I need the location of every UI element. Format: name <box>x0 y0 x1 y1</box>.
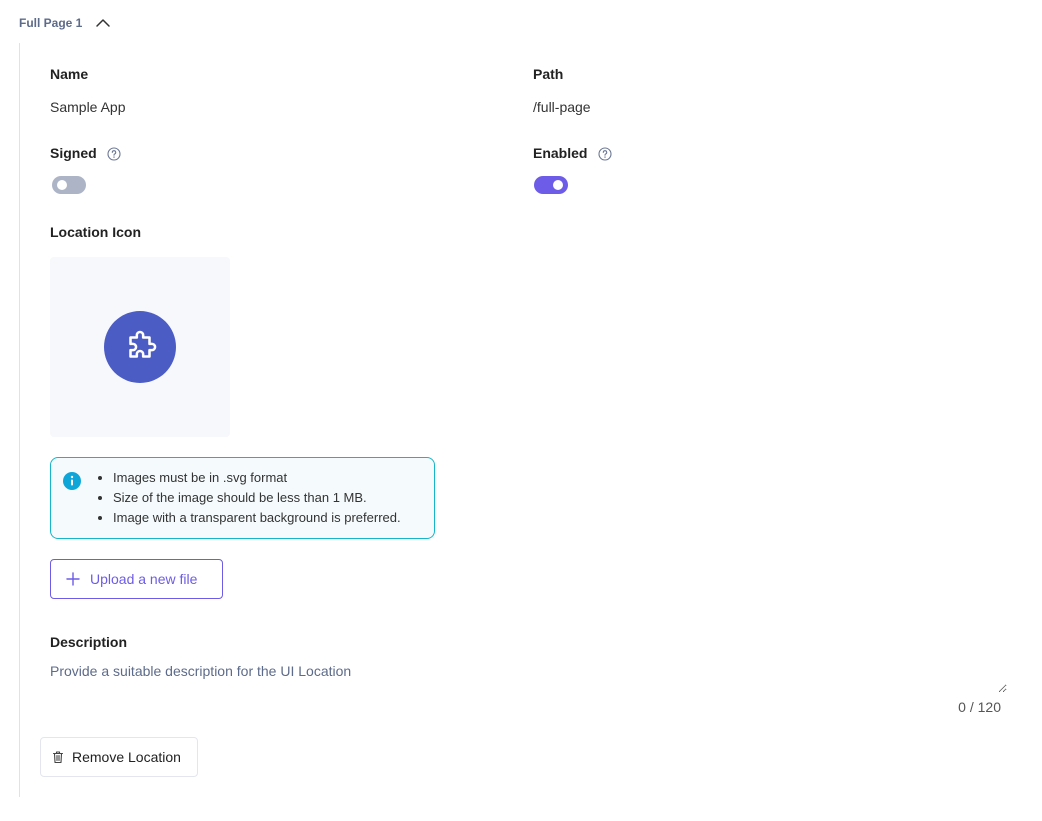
character-counter: 0 / 120 <box>958 699 1001 715</box>
requirements-list: Images must be in .svg format Size of th… <box>113 468 401 528</box>
list-item: Images must be in .svg format <box>113 468 401 488</box>
name-label: Name <box>50 66 89 82</box>
enabled-toggle[interactable] <box>534 176 568 194</box>
section-title: Full Page 1 <box>19 16 83 30</box>
trash-icon <box>51 750 65 764</box>
description-input[interactable] <box>50 663 1007 693</box>
signed-toggle[interactable] <box>52 176 86 194</box>
upload-file-button[interactable]: Upload a new file <box>50 559 223 599</box>
help-icon[interactable] <box>598 147 612 161</box>
signed-label: Signed <box>50 145 97 161</box>
help-icon[interactable] <box>107 147 121 161</box>
enabled-label: Enabled <box>533 145 588 161</box>
toggle-knob <box>57 180 67 190</box>
path-label: Path <box>533 66 564 82</box>
path-value: /full-page <box>533 99 591 115</box>
toggle-knob <box>553 180 563 190</box>
plus-icon <box>66 572 80 586</box>
remove-button-label: Remove Location <box>72 749 181 765</box>
location-icon-label: Location Icon <box>50 224 141 240</box>
description-label: Description <box>50 634 128 650</box>
info-icon <box>63 472 81 490</box>
image-requirements-info: Images must be in .svg format Size of th… <box>50 457 435 539</box>
remove-location-button[interactable]: Remove Location <box>40 737 198 777</box>
chevron-up-icon[interactable] <box>95 15 111 31</box>
puzzle-icon <box>129 330 157 358</box>
upload-button-label: Upload a new file <box>90 571 198 587</box>
list-item: Image with a transparent background is p… <box>113 508 401 528</box>
icon-badge <box>104 311 176 383</box>
section-divider <box>19 43 20 797</box>
section-header[interactable]: Full Page 1 <box>19 13 111 33</box>
name-value: Sample App <box>50 99 126 115</box>
list-item: Size of the image should be less than 1 … <box>113 488 401 508</box>
location-icon-preview <box>50 257 230 437</box>
